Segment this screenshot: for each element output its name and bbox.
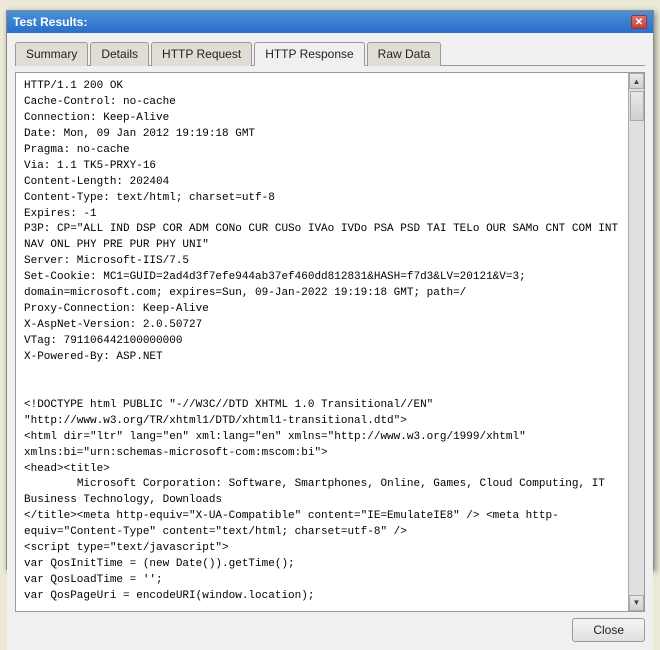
- tab-summary[interactable]: Summary: [15, 42, 88, 66]
- tabs-bar: Summary Details HTTP Request HTTP Respon…: [15, 41, 645, 66]
- tab-raw-data[interactable]: Raw Data: [367, 42, 442, 66]
- tab-details[interactable]: Details: [90, 42, 149, 66]
- title-bar: Test Results: ✕: [7, 11, 653, 33]
- close-button[interactable]: Close: [572, 618, 645, 642]
- footer: Close: [15, 612, 645, 642]
- window-content: Summary Details HTTP Request HTTP Respon…: [7, 33, 653, 650]
- response-content[interactable]: HTTP/1.1 200 OK Cache-Control: no-cache …: [16, 73, 628, 611]
- scrollbar-track: ▲ ▼: [628, 73, 644, 611]
- tab-http-response[interactable]: HTTP Response: [254, 42, 364, 66]
- test-results-window: Test Results: ✕ Summary Details HTTP Req…: [6, 10, 654, 570]
- scrollbar-thumb[interactable]: [630, 91, 644, 121]
- scrollbar-up-button[interactable]: ▲: [629, 73, 644, 89]
- tab-http-request[interactable]: HTTP Request: [151, 42, 252, 66]
- scrollbar-down-button[interactable]: ▼: [629, 595, 644, 611]
- title-bar-close-button[interactable]: ✕: [631, 15, 647, 29]
- window-title: Test Results:: [13, 15, 87, 29]
- response-area: HTTP/1.1 200 OK Cache-Control: no-cache …: [15, 72, 645, 612]
